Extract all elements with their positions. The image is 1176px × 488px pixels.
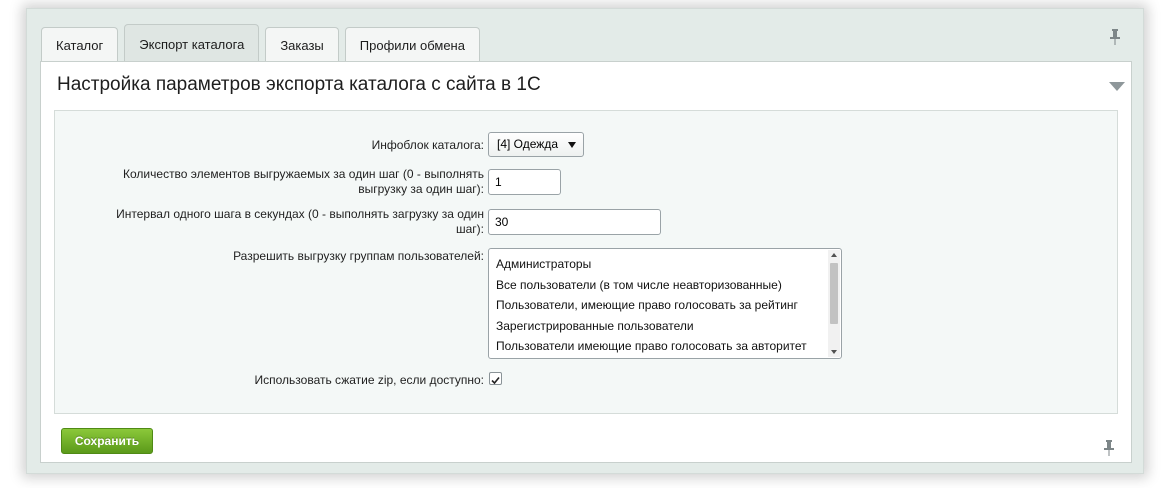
iblock-label: Инфоблок каталога: [371,138,484,152]
step-interval-input[interactable] [488,209,661,235]
iblock-select[interactable]: [4] Одежда [488,132,584,157]
settings-form: Инфоблок каталога: [4] Одежда Количество… [54,110,1118,414]
checkmark-icon [491,376,500,385]
user-groups-label: Разрешить выгрузку группам пользователей… [233,249,484,263]
admin-frame: Каталог Экспорт каталога Заказы Профили … [26,8,1144,474]
list-item[interactable]: Пользователи, имеющие право голосовать з… [496,298,798,312]
elements-per-step-label-line2: выгрузку за один шаг): [358,182,484,196]
list-item[interactable]: Зарегистрированные пользователи [496,319,694,333]
tab-bar: Каталог Экспорт каталога Заказы Профили … [41,17,480,63]
collapse-triangle-icon[interactable] [1109,82,1125,91]
pin-icon[interactable] [1103,439,1115,457]
export-settings-panel: Настройка параметров экспорта каталога с… [40,61,1132,463]
tab-catalog-export[interactable]: Экспорт каталога [124,24,260,63]
save-button[interactable]: Сохранить [61,428,153,454]
dropdown-arrow-icon [568,142,576,148]
scroll-up-arrow-icon[interactable] [831,253,837,257]
step-interval-label: Интервал одного шага в секундах (0 - вып… [116,207,484,237]
step-interval-label-line1: Интервал одного шага в секундах (0 - вып… [116,207,484,221]
scroll-down-arrow-icon[interactable] [831,350,837,354]
step-interval-label-line2: шаг): [455,222,484,236]
use-zip-label: Использовать сжатие zip, если доступно: [254,373,485,387]
tab-exchange-profiles[interactable]: Профили обмена [344,27,480,63]
elements-per-step-label: Количество элементов выгружаемых за один… [123,167,484,197]
iblock-select-value: [4] Одежда [497,137,558,151]
list-item[interactable]: Все пользователи (в том числе неавторизо… [496,278,782,292]
scroll-thumb[interactable] [830,263,838,324]
elements-per-step-input[interactable] [488,169,561,195]
panel-title: Настройка параметров экспорта каталога с… [57,74,541,95]
use-zip-checkbox[interactable] [489,372,502,385]
tab-catalog[interactable]: Каталог [41,27,119,63]
listbox-scrollbar[interactable] [828,250,840,357]
tab-orders[interactable]: Заказы [265,27,339,63]
user-groups-listbox[interactable]: Администраторы Все пользователи (в том ч… [488,248,842,359]
list-item[interactable]: Администраторы [496,257,591,271]
pin-icon[interactable] [1109,28,1121,46]
list-item[interactable]: Пользователи имеющие право голосовать за… [496,339,807,353]
elements-per-step-label-line1: Количество элементов выгружаемых за один… [123,167,484,181]
